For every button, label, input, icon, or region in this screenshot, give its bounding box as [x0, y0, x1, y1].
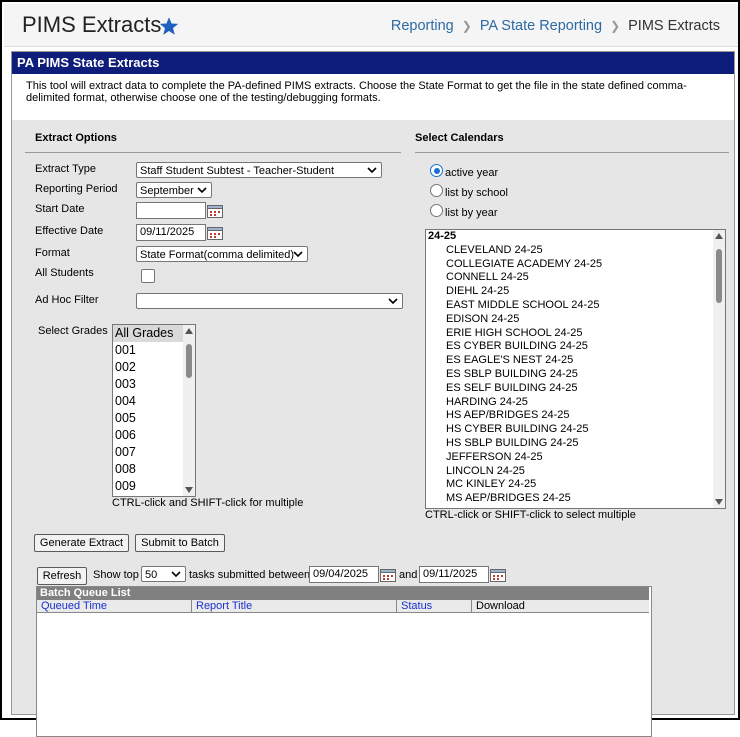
- extract-type-label: Extract Type: [35, 163, 96, 175]
- calendar-option[interactable]: JEFFERSON 24-25: [426, 451, 725, 465]
- calendar-option[interactable]: EAST MIDDLE SCHOOL 24-25: [426, 299, 725, 313]
- calendar-option[interactable]: MC KINLEY 24-25: [426, 478, 725, 492]
- extract-options-heading: Extract Options: [35, 132, 117, 144]
- radio-list-by-year[interactable]: [430, 204, 443, 217]
- calendar-option[interactable]: CONNELL 24-25: [426, 271, 725, 285]
- calendar-option[interactable]: HS CYBER BUILDING 24-25: [426, 423, 725, 437]
- format-select[interactable]: State Format(comma delimited): [136, 246, 308, 262]
- radio-list-by-school[interactable]: [430, 184, 443, 197]
- effective-date-label: Effective Date: [35, 225, 104, 237]
- grades-hint: CTRL-click and SHIFT-click for multiple: [112, 497, 304, 509]
- grades-listbox[interactable]: All Grades 001 002 003 004 005 006 007 0…: [112, 324, 196, 497]
- calendar-option[interactable]: ES SELF BUILDING 24-25: [426, 382, 725, 396]
- scroll-down-icon[interactable]: [185, 487, 193, 493]
- calendars-hint: CTRL-click or SHIFT-click to select mult…: [425, 509, 636, 521]
- calendar-option[interactable]: HS AEP/BRIDGES 24-25: [426, 409, 725, 423]
- breadcrumb-pa-state-reporting[interactable]: PA State Reporting: [480, 18, 602, 34]
- select-calendars-heading: Select Calendars: [415, 132, 504, 144]
- extract-type-select[interactable]: Staff Student Subtest - Teacher-Student: [136, 162, 382, 178]
- radio-list-by-year-label[interactable]: list by year: [445, 207, 498, 219]
- effective-date-input[interactable]: 09/11/2025: [136, 224, 206, 241]
- reporting-period-value: September: [140, 185, 194, 197]
- task-count-select[interactable]: 50: [141, 566, 186, 582]
- chevron-right-icon: ❯: [610, 19, 621, 33]
- divider: [25, 152, 401, 153]
- format-label: Format: [35, 247, 70, 259]
- refresh-button[interactable]: Refresh: [37, 567, 87, 585]
- batch-date-to-input[interactable]: 09/11/2025: [419, 566, 489, 583]
- and-label: and: [399, 569, 418, 581]
- radio-active-year-label[interactable]: active year: [445, 167, 498, 179]
- calendar-icon[interactable]: [380, 568, 396, 582]
- calendar-option[interactable]: ES SBLP BUILDING 24-25: [426, 368, 725, 382]
- radio-list-by-school-label[interactable]: list by school: [445, 187, 508, 199]
- grades-scrollbar[interactable]: [183, 325, 195, 496]
- extract-type-value: Staff Student Subtest - Teacher-Student: [140, 165, 335, 177]
- calendar-option[interactable]: HS SBLP BUILDING 24-25: [426, 437, 725, 451]
- column-status[interactable]: Status: [397, 600, 472, 613]
- favorite-star-icon[interactable]: [159, 16, 179, 36]
- all-students-checkbox[interactable]: [141, 269, 155, 283]
- calendar-option[interactable]: COLLEGIATE ACADEMY 24-25: [426, 258, 725, 272]
- scrollbar-thumb[interactable]: [716, 249, 722, 303]
- calendar-option[interactable]: MS AEP/BRIDGES 24-25: [426, 492, 725, 506]
- app-window: PIMS Extracts Reporting ❯ PA State Reporti…: [0, 0, 740, 737]
- scroll-up-icon[interactable]: [185, 328, 193, 334]
- calendar-option[interactable]: HARDING 24-25: [426, 396, 725, 410]
- batch-date-from-input[interactable]: 09/04/2025: [309, 566, 379, 583]
- breadcrumb-reporting[interactable]: Reporting: [391, 18, 454, 34]
- batch-queue-title: Batch Queue List: [37, 587, 649, 600]
- column-report-title[interactable]: Report Title: [192, 600, 397, 613]
- show-top-label: Show top: [93, 569, 139, 581]
- radio-active-year[interactable]: [430, 164, 443, 177]
- extract-panel: PA PIMS State Extracts This tool will ex…: [11, 51, 735, 737]
- ad-hoc-filter-label: Ad Hoc Filter: [35, 294, 99, 306]
- chevron-down-icon: [388, 298, 398, 305]
- calendar-option[interactable]: ERIE HIGH SCHOOL 24-25: [426, 327, 725, 341]
- breadcrumb: Reporting ❯ PA State Reporting ❯ PIMS Extrac…: [391, 18, 720, 34]
- select-grades-label: Select Grades: [38, 325, 108, 337]
- tool-description: This tool will extract data to complete …: [12, 74, 734, 120]
- submit-to-batch-button[interactable]: Submit to Batch: [135, 534, 225, 552]
- chevron-down-icon: [293, 251, 303, 258]
- calendar-option[interactable]: ES EAGLE'S NEST 24-25: [426, 354, 725, 368]
- page-header: PIMS Extracts Reporting ❯ PA State Reporti…: [4, 4, 738, 47]
- reporting-period-label: Reporting Period: [35, 183, 118, 195]
- chevron-right-icon: ❯: [461, 19, 472, 33]
- submitted-between-label: tasks submitted between: [189, 569, 311, 581]
- chevron-down-icon: [197, 187, 207, 194]
- generate-extract-button[interactable]: Generate Extract: [34, 534, 129, 552]
- calendar-icon[interactable]: [207, 204, 223, 218]
- ad-hoc-filter-select[interactable]: [136, 293, 403, 309]
- calendars-scrollbar[interactable]: [713, 230, 725, 508]
- chevron-down-icon: [367, 167, 377, 174]
- calendar-group-label: 24-25: [428, 230, 457, 242]
- batch-queue-table: Batch Queue List Queued Time Report Titl…: [36, 586, 652, 737]
- start-date-label: Start Date: [35, 203, 85, 215]
- calendar-option[interactable]: EDISON 24-25: [426, 313, 725, 327]
- calendars-listbox[interactable]: 24-25 CLEVELAND 24-25 COLLEGIATE ACADEMY…: [425, 229, 726, 509]
- chevron-down-icon: [171, 571, 181, 578]
- calendar-icon[interactable]: [207, 226, 223, 240]
- calendar-option[interactable]: CLEVELAND 24-25: [426, 244, 725, 258]
- column-download: Download: [472, 600, 649, 613]
- scroll-up-icon[interactable]: [715, 233, 723, 239]
- reporting-period-select[interactable]: September: [136, 182, 212, 198]
- page-title: PIMS Extracts: [22, 12, 162, 37]
- breadcrumb-current: PIMS Extracts: [628, 18, 720, 34]
- scroll-down-icon[interactable]: [715, 499, 723, 505]
- divider: [415, 152, 729, 153]
- format-value: State Format(comma delimited): [140, 249, 295, 261]
- calendar-option[interactable]: DIEHL 24-25: [426, 285, 725, 299]
- calendar-icon[interactable]: [490, 568, 506, 582]
- calendar-option[interactable]: ES CYBER BUILDING 24-25: [426, 340, 725, 354]
- panel-banner: PA PIMS State Extracts: [12, 52, 734, 74]
- calendar-option[interactable]: LINCOLN 24-25: [426, 465, 725, 479]
- column-queued-time[interactable]: Queued Time: [37, 600, 192, 613]
- task-count-value: 50: [145, 569, 158, 581]
- all-students-label: All Students: [35, 267, 94, 279]
- start-date-input[interactable]: [136, 202, 206, 219]
- scrollbar-thumb[interactable]: [186, 344, 192, 378]
